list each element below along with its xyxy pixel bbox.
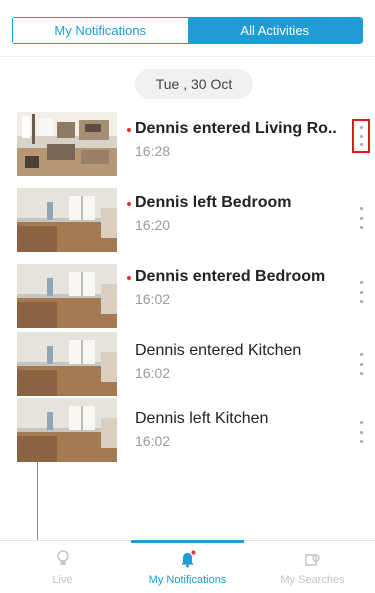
nav-label: My Notifications: [148, 574, 227, 586]
notification-title: Dennis entered Living Ro..: [135, 120, 337, 137]
kitchen-thumbnail: [17, 398, 117, 462]
bulb-icon: [56, 550, 69, 565]
notification-title: Dennis left Bedroom: [135, 194, 292, 211]
unread-indicator: [127, 128, 131, 132]
nav-my-searches[interactable]: My Searches: [250, 541, 375, 593]
date-label: Tue , 30 Oct: [135, 69, 253, 99]
living-room-thumbnail: [17, 112, 117, 176]
notification-time: 16:02: [135, 365, 171, 381]
more-options-icon[interactable]: [354, 202, 368, 234]
more-options-icon[interactable]: [354, 416, 368, 448]
kitchen-thumbnail: [17, 332, 117, 396]
notification-tabs: My Notifications All Activities: [12, 17, 363, 44]
notification-time: 16:02: [135, 433, 171, 449]
notification-row[interactable]: Dennis left Bedroom 16:20: [0, 184, 375, 254]
bedroom-thumbnail: [17, 264, 117, 328]
tab-all-activities[interactable]: All Activities: [187, 18, 362, 43]
notification-time: 16:02: [135, 291, 171, 307]
notification-time: 16:28: [135, 143, 171, 159]
nav-live[interactable]: Live: [0, 541, 125, 593]
notification-row[interactable]: Dennis left Kitchen 16:02: [0, 394, 375, 464]
notification-time: 16:20: [135, 217, 171, 233]
nav-my-notifications[interactable]: My Notifications: [125, 540, 250, 593]
bedroom-thumbnail: [17, 188, 117, 252]
more-options-icon[interactable]: [354, 348, 368, 380]
notification-list: Dennis entered Living Ro.. 16:28 Dennis …: [0, 108, 375, 464]
notification-row[interactable]: Dennis entered Bedroom 16:02: [0, 260, 375, 330]
more-options-icon[interactable]: [352, 119, 370, 153]
nav-label: Live: [52, 574, 73, 586]
notification-row[interactable]: Dennis entered Kitchen 16:02: [0, 328, 375, 398]
unread-indicator: [127, 202, 131, 206]
more-options-icon[interactable]: [354, 276, 368, 308]
notification-title: Dennis entered Bedroom: [135, 268, 326, 285]
bell-icon: [181, 550, 195, 568]
header-divider: [0, 56, 375, 57]
bottom-navigation: Live My Notifications My Searches: [0, 540, 375, 593]
unread-indicator: [127, 276, 131, 280]
nav-label: My Searches: [280, 574, 345, 586]
notification-row[interactable]: Dennis entered Living Ro.. 16:28: [0, 108, 375, 178]
notification-title: Dennis left Kitchen: [135, 410, 269, 427]
notification-title: Dennis entered Kitchen: [135, 342, 302, 359]
tab-my-notifications[interactable]: My Notifications: [13, 18, 188, 43]
search-history-icon: [304, 554, 320, 566]
